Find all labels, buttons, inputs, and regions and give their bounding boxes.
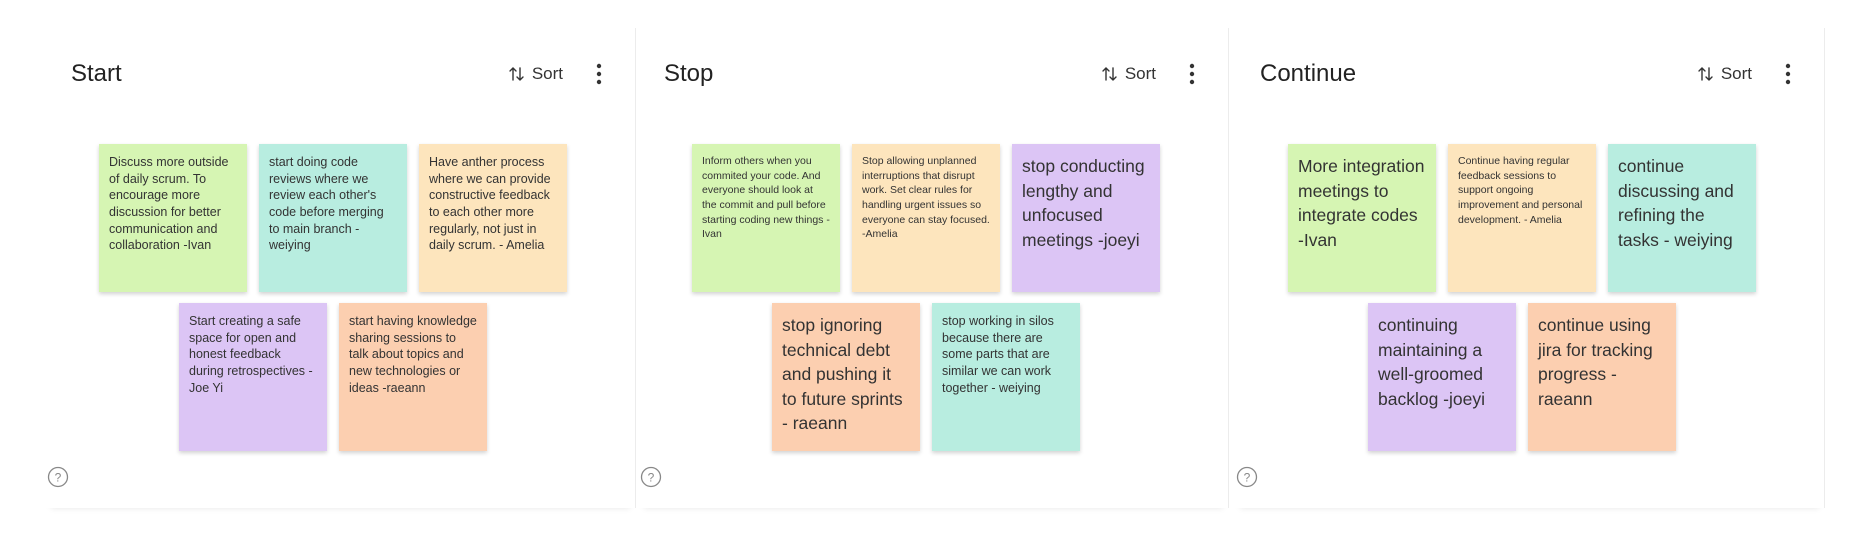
svg-text:?: ? [648,471,655,485]
sticky-note[interactable]: stop working in silos because there are … [932,303,1080,451]
sort-icon [1698,67,1713,81]
sort-label: Sort [1124,64,1156,83]
sticky-note[interactable]: Have anther process where we can provide… [419,144,567,292]
sticky-note[interactable]: continue discussing and refining the tas… [1608,144,1756,292]
more-vertical-icon[interactable] [1186,61,1198,87]
more-vertical-icon[interactable] [593,61,605,87]
column-title: Stop [664,60,714,87]
sort-button[interactable]: Sort [1101,64,1156,84]
column-continue: Continue Sort More integration meetings … [1234,28,1825,508]
column-start: Start Sort Discuss more outside of daily… [45,28,636,508]
sort-icon [509,67,524,81]
sticky-note[interactable]: Start creating a safe space for open and… [179,303,327,451]
sort-label: Sort [531,64,563,83]
sort-button[interactable]: Sort [1697,64,1752,84]
sort-icon [1102,67,1117,81]
column-stop: Stop Sort Inform others when you commite… [638,28,1229,508]
sort-button[interactable]: Sort [508,64,563,84]
help-circle-icon[interactable]: ? [640,466,662,488]
sticky-note[interactable]: continue using jira for tracking progres… [1528,303,1676,451]
column-title: Start [71,60,122,87]
sticky-note[interactable]: start having knowledge sharing sessions … [339,303,487,451]
sticky-note[interactable]: stop conducting lengthy and unfocused me… [1012,144,1160,292]
sticky-note[interactable]: stop ignoring technical debt and pushing… [772,303,920,451]
sort-label: Sort [1720,64,1752,83]
column-title: Continue [1260,60,1357,87]
svg-text:?: ? [55,471,62,485]
help-circle-icon[interactable]: ? [47,466,69,488]
sticky-note[interactable]: Inform others when you commited your cod… [692,144,840,292]
sticky-note[interactable]: Discuss more outside of daily scrum. To … [99,144,247,292]
svg-text:?: ? [1244,471,1251,485]
more-vertical-icon[interactable] [1782,61,1794,87]
sticky-note[interactable]: Stop allowing unplanned interruptions th… [852,144,1000,292]
sticky-note[interactable]: More integration meetings to integrate c… [1288,144,1436,292]
sticky-note[interactable]: continuing maintaining a well-groomed ba… [1368,303,1516,451]
help-circle-icon[interactable]: ? [1236,466,1258,488]
sticky-note[interactable]: start doing code reviews where we review… [259,144,407,292]
sticky-note[interactable]: Continue having regular feedback session… [1448,144,1596,292]
retro-board: Start Sort Discuss more outside of daily… [0,0,1861,547]
